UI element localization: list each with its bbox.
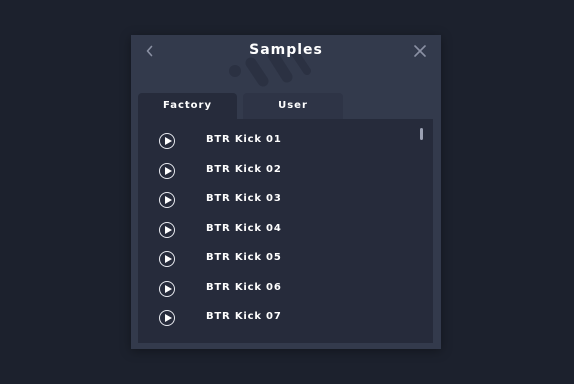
sample-name: BTR Kick 04: [206, 223, 282, 234]
sample-row[interactable]: BTR Kick 07: [138, 306, 418, 332]
play-button[interactable]: [159, 251, 175, 267]
panel-title: Samples: [249, 42, 323, 58]
play-button[interactable]: [159, 163, 175, 179]
play-icon: [165, 226, 172, 234]
play-icon: [165, 196, 172, 204]
sample-row[interactable]: BTR Kick 06: [138, 277, 418, 303]
sample-row[interactable]: BTR Kick 05: [138, 247, 418, 273]
sample-name: BTR Kick 02: [206, 164, 282, 175]
tab-user[interactable]: User: [243, 93, 343, 119]
play-button[interactable]: [159, 281, 175, 297]
sample-row[interactable]: BTR Kick 04: [138, 218, 418, 244]
panel-header: Samples: [131, 35, 441, 95]
play-icon: [165, 167, 172, 175]
play-button[interactable]: [159, 133, 175, 149]
sample-name: BTR Kick 06: [206, 282, 282, 293]
sample-row[interactable]: BTR Kick 03: [138, 188, 418, 214]
tab-factory[interactable]: Factory: [138, 93, 237, 119]
sample-row[interactable]: BTR Kick 02: [138, 159, 418, 185]
play-icon: [165, 314, 172, 322]
play-button[interactable]: [159, 310, 175, 326]
sample-name: BTR Kick 03: [206, 193, 282, 204]
sample-name: BTR Kick 07: [206, 311, 282, 322]
sample-name: BTR Kick 05: [206, 252, 282, 263]
close-button[interactable]: [412, 43, 428, 59]
play-icon: [165, 285, 172, 293]
list-scrollbar[interactable]: [420, 128, 423, 140]
sample-row[interactable]: BTR Kick 01: [138, 129, 418, 155]
play-button[interactable]: [159, 222, 175, 238]
play-icon: [165, 255, 172, 263]
play-button[interactable]: [159, 192, 175, 208]
sample-name: BTR Kick 01: [206, 134, 282, 145]
samples-panel: Samples Factory User BTR Kick 01 BTR Kic…: [131, 35, 441, 349]
sample-list: BTR Kick 01 BTR Kick 02 BTR Kick 03 BTR …: [138, 119, 433, 343]
play-icon: [165, 137, 172, 145]
close-icon: [414, 45, 426, 57]
